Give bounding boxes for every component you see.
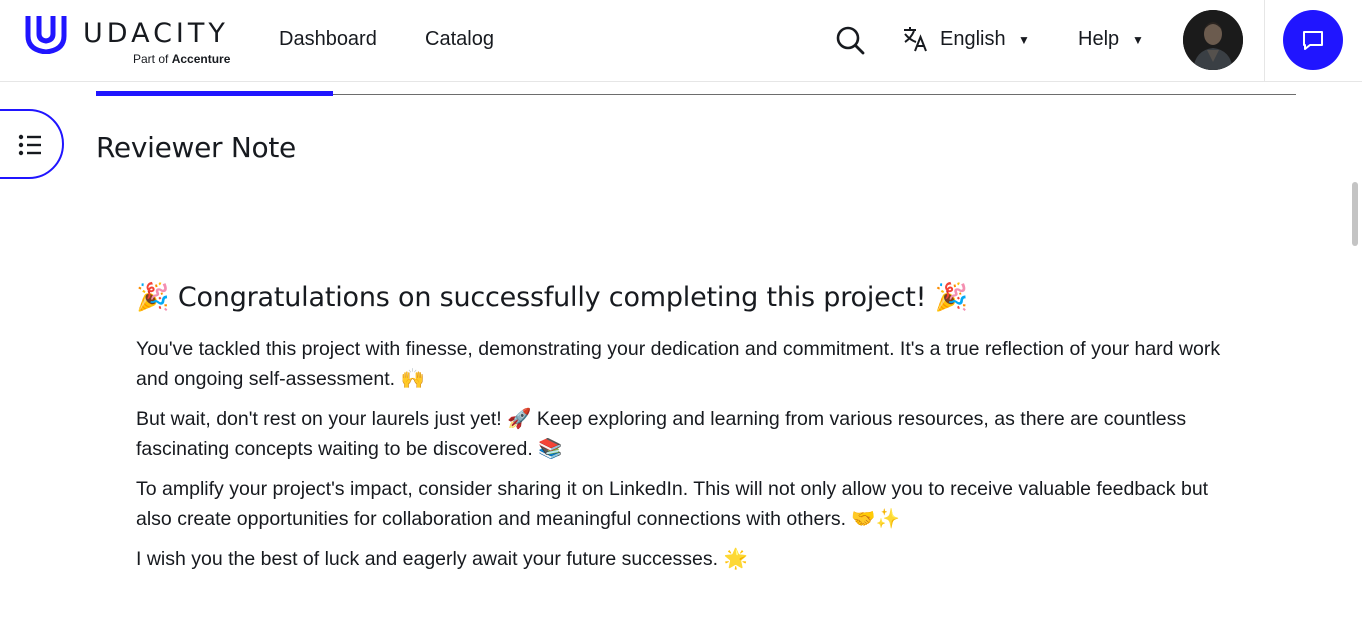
chat-icon — [1303, 31, 1323, 50]
logo-tagline-prefix: Part of — [133, 52, 169, 66]
page-title: Reviewer Note — [96, 131, 296, 164]
avatar-image — [1183, 10, 1243, 70]
logo-wordmark: UDACITY — [83, 18, 229, 49]
nav-catalog-link[interactable]: Catalog — [425, 28, 494, 51]
party-popper-icon: 🎉 — [934, 282, 969, 313]
top-navbar: UDACITY Part of Accenture Dashboard Cata… — [0, 0, 1362, 82]
translate-icon — [904, 27, 927, 52]
user-avatar[interactable] — [1183, 10, 1243, 70]
reviewer-note: 🎉 Congratulations on successfully comple… — [136, 278, 1246, 574]
scrollbar-thumb[interactable] — [1352, 182, 1358, 246]
udacity-logo-icon — [25, 16, 67, 54]
chat-button[interactable] — [1283, 10, 1343, 70]
header-divider — [1264, 0, 1265, 82]
logo-tagline: Part of Accenture — [133, 52, 230, 66]
udacity-logo[interactable]: UDACITY Part of Accenture — [24, 12, 244, 68]
party-popper-icon: 🎉 — [136, 282, 170, 313]
search-icon — [836, 26, 865, 55]
help-menu[interactable]: Help ▼ — [1078, 28, 1144, 51]
logo-tagline-brand: Accenture — [171, 52, 231, 66]
language-label: English — [940, 28, 1006, 50]
list-icon — [18, 134, 41, 156]
table-of-contents-toggle[interactable] — [0, 109, 64, 179]
help-label: Help — [1078, 28, 1120, 50]
note-paragraph: To amplify your project's impact, consid… — [136, 478, 1209, 530]
note-paragraph: You've tackled this project with finesse… — [136, 338, 1221, 390]
caret-down-icon: ▼ — [1018, 33, 1030, 47]
note-paragraph: I wish you the best of luck and eagerly … — [136, 548, 748, 570]
nav-dashboard-link[interactable]: Dashboard — [279, 28, 377, 51]
search-button[interactable] — [834, 24, 866, 56]
caret-down-icon: ▼ — [1132, 33, 1144, 47]
progress-fill — [96, 91, 333, 96]
note-heading-text: Congratulations on successfully completi… — [177, 282, 927, 313]
note-paragraph: But wait, don't rest on your laurels jus… — [136, 408, 1187, 460]
note-heading: 🎉 Congratulations on successfully comple… — [136, 278, 1246, 318]
